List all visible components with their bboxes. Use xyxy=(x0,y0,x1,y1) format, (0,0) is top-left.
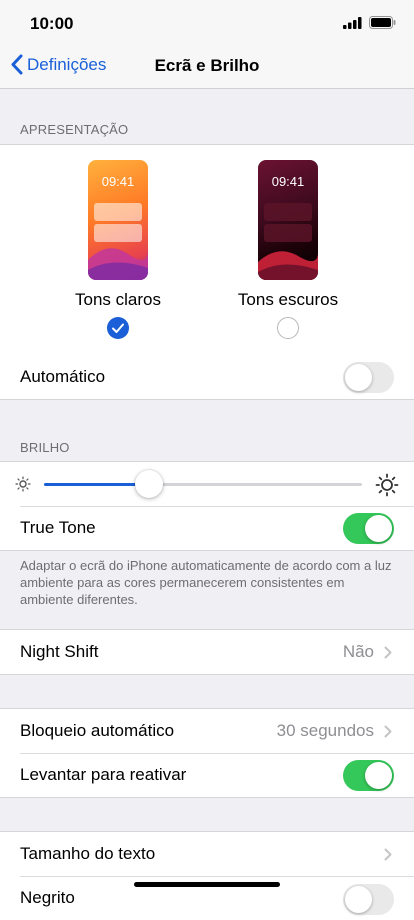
bold-text-toggle[interactable] xyxy=(343,884,394,915)
dark-preview-time: 09:41 xyxy=(271,174,305,189)
chevron-right-icon xyxy=(384,646,392,659)
dark-mode-preview[interactable]: 09:41 xyxy=(258,160,318,280)
light-preview-wave xyxy=(88,248,148,280)
automatic-row: Automático xyxy=(0,355,414,399)
battery-icon xyxy=(369,16,396,29)
brightness-slider-track[interactable] xyxy=(44,470,362,498)
status-time: 10:00 xyxy=(30,14,74,33)
dark-preview-card xyxy=(264,203,312,221)
lock-group: Bloqueio automático 30 segundos Levantar… xyxy=(0,708,414,798)
appearance-group: 09:41 Tons claros 09:41 Tons escuros Aut… xyxy=(0,144,414,400)
text-size-row[interactable]: Tamanho do texto xyxy=(0,832,414,876)
night-shift-label: Night Shift xyxy=(20,642,99,661)
auto-lock-value: 30 segundos xyxy=(276,721,374,740)
night-shift-row[interactable]: Night Shift Não xyxy=(0,630,414,674)
text-size-label: Tamanho do texto xyxy=(20,844,156,863)
sun-small-icon xyxy=(15,476,31,492)
light-preview-time: 09:41 xyxy=(101,174,135,189)
bold-text-label: Negrito xyxy=(20,888,75,907)
dark-mode-label[interactable]: Tons escuros xyxy=(218,290,358,310)
raise-to-wake-row: Levantar para reativar xyxy=(0,753,414,797)
status-bar: 10:00 xyxy=(0,0,414,46)
night-shift-value: Não xyxy=(342,642,374,661)
true-tone-toggle[interactable] xyxy=(343,512,394,544)
checkmark-icon xyxy=(112,323,124,333)
brightness-slider-thumb[interactable] xyxy=(134,470,163,498)
auto-lock-label: Bloqueio automático xyxy=(20,721,175,740)
light-preview-card xyxy=(94,203,142,221)
toggle-knob xyxy=(345,363,372,391)
true-tone-row: True Tone xyxy=(0,506,414,550)
brightness-group: True Tone xyxy=(0,461,414,551)
page-title: Ecrã e Brilho xyxy=(154,56,260,75)
dark-mode-radio-unselected[interactable] xyxy=(277,317,299,339)
raise-to-wake-label: Levantar para reativar xyxy=(20,765,187,784)
text-group: Tamanho do texto Negrito xyxy=(0,831,414,920)
chevron-right-icon xyxy=(384,725,392,738)
light-mode-radio-selected[interactable] xyxy=(107,317,129,339)
brightness-slider-fill xyxy=(44,483,149,486)
true-tone-label: True Tone xyxy=(20,518,96,537)
toggle-knob xyxy=(345,886,372,913)
light-mode-preview[interactable]: 09:41 xyxy=(88,160,148,280)
brightness-section-header: BRILHO xyxy=(20,440,70,455)
true-tone-description: Adaptar o ecrã do iPhone automaticamente… xyxy=(20,558,392,607)
appearance-picker: 09:41 Tons claros 09:41 Tons escuros xyxy=(0,145,414,355)
appearance-section-header: APRESENTAÇÃO xyxy=(20,122,129,137)
home-indicator[interactable] xyxy=(134,882,280,887)
chevron-right-icon xyxy=(384,848,392,861)
cellular-signal-icon xyxy=(343,16,362,29)
light-mode-label[interactable]: Tons claros xyxy=(48,290,188,310)
sun-large-icon xyxy=(375,473,399,497)
auto-lock-row[interactable]: Bloqueio automático 30 segundos xyxy=(0,709,414,753)
dark-preview-wave xyxy=(258,251,318,280)
raise-to-wake-toggle[interactable] xyxy=(343,759,394,791)
night-shift-group: Night Shift Não xyxy=(0,629,414,675)
automatic-label: Automático xyxy=(20,367,106,386)
toggle-knob xyxy=(365,761,392,789)
brightness-slider-row xyxy=(0,462,414,506)
toggle-knob xyxy=(365,514,392,542)
automatic-toggle[interactable] xyxy=(343,361,394,393)
navigation-bar: Definições Ecrã e Brilho xyxy=(0,46,414,89)
